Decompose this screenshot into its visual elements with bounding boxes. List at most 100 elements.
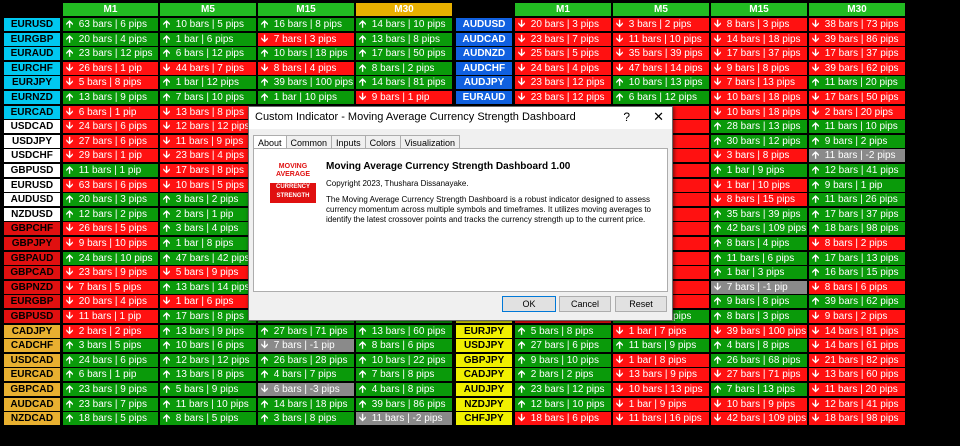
right-symbol-gbpjpy[interactable]: GBPJPY	[455, 352, 513, 368]
right-symbol-audusd[interactable]: AUDUSD	[455, 17, 513, 33]
left-symbol-gbpaud[interactable]: GBPAUD	[3, 250, 61, 266]
left-symbol-nzdusd[interactable]: NZDUSD	[3, 206, 61, 222]
signal-text: 3 bars | 5 pips	[76, 340, 142, 352]
right-signal-cell: 🡫 8 bars | 6 pips	[808, 279, 906, 295]
close-icon[interactable]: ✕	[653, 107, 664, 127]
left-symbol-cadchf[interactable]: CADCHF	[3, 338, 61, 354]
right-symbol-usdjpy[interactable]: USDJPY	[455, 338, 513, 354]
arrow-down-icon: 🡫	[714, 106, 722, 118]
arrow-up-icon: 🡩	[261, 325, 269, 337]
right-signal-cell: 🡫 25 bars | 5 pips	[514, 46, 612, 62]
signal-text: 7 bars | 13 pips	[724, 77, 795, 89]
left-symbol-eurjpy[interactable]: EURJPY	[3, 75, 61, 91]
signal-text: 20 bars | 3 pips	[528, 19, 599, 30]
arrow-up-icon: 🡩	[714, 238, 722, 249]
right-signal-cell: 🡫 10 bars | 18 pips	[710, 104, 808, 120]
indicator-heading: Moving Average Currency Strength Dashboa…	[326, 161, 571, 172]
arrow-down-icon: 🡫	[714, 179, 722, 191]
right-header-m15: M15	[710, 2, 808, 17]
left-symbol-eurusd[interactable]: EURUSD	[3, 177, 61, 193]
right-symbol-euraud[interactable]: EURAUD	[455, 90, 513, 106]
arrow-up-icon: 🡩	[66, 208, 74, 220]
left-symbol-gbpchf[interactable]: GBPCHF	[3, 221, 61, 237]
signal-text: 11 bars | 6 pips	[724, 252, 795, 264]
left-symbol-euraud[interactable]: EURAUD	[3, 46, 61, 62]
right-symbol-nzdjpy[interactable]: NZDJPY	[455, 396, 513, 412]
signal-text: 13 bars | 8 pips	[369, 33, 440, 45]
left-symbol-cadjpy[interactable]: CADJPY	[3, 323, 61, 339]
left-symbol-eurgbp[interactable]: EURGBP	[3, 294, 61, 310]
left-symbol-audcad[interactable]: AUDCAD	[3, 396, 61, 412]
left-signal-cell: 🡩 7 bars | 10 pips	[159, 90, 257, 106]
left-symbol-gbpjpy[interactable]: GBPJPY	[3, 236, 61, 252]
left-symbol-usdcad[interactable]: USDCAD	[3, 119, 61, 135]
left-symbol-usdjpy[interactable]: USDJPY	[3, 133, 61, 149]
right-symbol-audcad[interactable]: AUDCAD	[455, 31, 513, 47]
left-symbol-gbpusd[interactable]: GBPUSD	[3, 163, 61, 179]
left-signal-cell: 🡩 3 bars | 5 pips	[62, 338, 159, 354]
about-pane: MOVING AVERAGE CURRENCY STRENGTH Moving …	[253, 148, 668, 292]
left-signal-cell: 🡫 26 bars | 5 pips	[62, 221, 159, 237]
arrow-down-icon: 🡫	[66, 311, 74, 322]
right-symbol-audnzd[interactable]: AUDNZD	[455, 46, 513, 62]
arrow-down-icon: 🡫	[812, 384, 820, 395]
left-symbol-gbpusd[interactable]: GBPUSD	[3, 309, 61, 325]
left-signal-cell: 🡫 29 bars | 1 pip	[62, 148, 159, 164]
arrow-up-icon: 🡩	[66, 92, 74, 103]
left-symbol-usdcad[interactable]: USDCAD	[3, 352, 61, 368]
signal-text: 8 bars | 3 pips	[724, 19, 790, 30]
signal-text: 3 bars | 8 pips	[724, 150, 790, 162]
right-symbol-audjpy[interactable]: AUDJPY	[455, 382, 513, 398]
left-signal-cell: 🡩 12 bars | 2 pips	[62, 206, 159, 222]
left-symbol-audusd[interactable]: AUDUSD	[3, 192, 61, 208]
left-symbol-eurchf[interactable]: EURCHF	[3, 60, 61, 76]
arrow-up-icon: 🡩	[359, 19, 367, 30]
arrow-down-icon: 🡫	[616, 62, 624, 74]
left-signal-cell: 🡫 23 bars | 9 pips	[62, 265, 159, 281]
left-symbol-gbpcad[interactable]: GBPCAD	[3, 382, 61, 398]
signal-text: 9 bars | 2 pips	[822, 135, 888, 147]
arrow-down-icon: 🡫	[714, 19, 722, 30]
right-symbol-audchf[interactable]: AUDCHF	[455, 60, 513, 76]
logo-top-text: MOVING AVERAGE	[275, 163, 311, 178]
right-symbol-eurjpy[interactable]: EURJPY	[455, 323, 513, 339]
arrow-up-icon: 🡩	[66, 165, 74, 176]
left-signal-cell: 🡩 14 bars | 81 pips	[355, 75, 453, 91]
arrow-up-icon: 🡩	[518, 325, 526, 337]
left-signal-cell: 🡩 17 bars | 50 pips	[355, 46, 453, 62]
left-symbol-eurusd[interactable]: EURUSD	[3, 17, 61, 33]
signal-text: 8 bars | 6 pips	[369, 340, 435, 352]
left-symbol-eurnzd[interactable]: EURNZD	[3, 90, 61, 106]
right-symbol-chfjpy[interactable]: CHFJPY	[455, 411, 513, 427]
left-symbol-nzdcad[interactable]: NZDCAD	[3, 411, 61, 427]
left-symbol-gbpnzd[interactable]: GBPNZD	[3, 279, 61, 295]
arrow-down-icon: 🡫	[163, 106, 171, 118]
right-symbol-cadjpy[interactable]: CADJPY	[455, 367, 513, 383]
left-signal-cell: 🡩 13 bars | 60 pips	[355, 323, 453, 339]
right-signal-cell: 🡩 42 bars | 109 pips	[710, 221, 808, 237]
signal-text: 5 bars | 9 pips	[173, 267, 239, 279]
cancel-button[interactable]: Cancel	[559, 296, 611, 312]
signal-text: 3 bars | 4 pips	[173, 223, 239, 235]
left-symbol-eurcad[interactable]: EURCAD	[3, 104, 61, 120]
arrow-up-icon: 🡩	[66, 398, 74, 410]
signal-text: 12 bars | 41 pips	[822, 165, 899, 176]
ok-button[interactable]: OK	[502, 296, 556, 312]
right-signal-cell: 🡫 1 bar | 9 pips	[612, 396, 710, 412]
right-signal-cell: 🡩 17 bars | 37 pips	[808, 206, 906, 222]
right-signal-cell: 🡩 6 bars | 12 pips	[612, 90, 710, 106]
signal-text: 1 bar | 10 pips	[724, 179, 790, 191]
left-symbol-eurgbp[interactable]: EURGBP	[3, 31, 61, 47]
right-signal-cell: 🡫 20 bars | 3 pips	[514, 17, 612, 33]
arrow-down-icon: 🡫	[812, 325, 820, 337]
left-signal-cell: 🡩 39 bars | 100 pips	[257, 75, 355, 91]
left-symbol-eurcad[interactable]: EURCAD	[3, 367, 61, 383]
arrow-down-icon: 🡫	[714, 398, 722, 410]
signal-text: 8 bars | 2 pips	[369, 62, 435, 74]
left-symbol-usdchf[interactable]: USDCHF	[3, 148, 61, 164]
left-symbol-gbpcad[interactable]: GBPCAD	[3, 265, 61, 281]
signal-text: 18 bars | 98 pips	[822, 223, 899, 235]
help-button[interactable]: ?	[623, 107, 630, 127]
right-symbol-audjpy[interactable]: AUDJPY	[455, 75, 513, 91]
reset-button[interactable]: Reset	[615, 296, 667, 312]
